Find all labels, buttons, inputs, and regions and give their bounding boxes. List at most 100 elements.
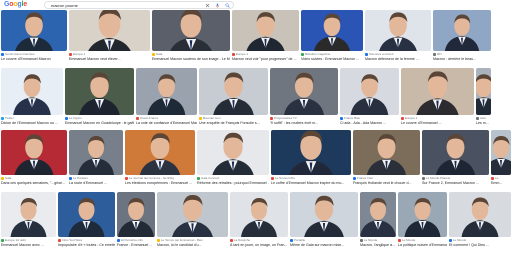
- result-title[interactable]: Dicton de l'Emmanuel Macron ou ...: [1, 121, 63, 126]
- result-source[interactable]: Le Figaro: [65, 116, 134, 120]
- result-title[interactable]: Emmanuel Macron soutenu de son image - L…: [152, 57, 230, 62]
- result-source[interactable]: Le Monde: [360, 238, 396, 242]
- result-source[interactable]: Le Nouvel Obs: [271, 176, 351, 180]
- image-result[interactable]: Le Temps par Emmanuel - Bien Macron, ici …: [157, 192, 228, 249]
- result-source[interactable]: Le Temps par Emmanuel - Bien: [157, 238, 228, 242]
- image-result[interactable]: Europe 1 Le couvre d'Emmanuel ...: [401, 68, 474, 127]
- result-thumbnail[interactable]: [69, 10, 150, 51]
- result-title[interactable]: Macron veut voir "pour progresser" de ..…: [232, 57, 299, 62]
- result-title[interactable]: Les m...: [476, 121, 491, 126]
- image-result[interactable]: Boursier.com Une enquête de François Fons…: [199, 68, 268, 127]
- result-thumbnail[interactable]: [491, 130, 511, 175]
- result-source[interactable]: Le Monde Planète: [422, 176, 489, 180]
- result-title[interactable]: Emm...: [491, 181, 511, 186]
- result-title[interactable]: Le couvre d'Emmanuel Macron: [1, 57, 67, 62]
- result-source[interactable]: Gala: [1, 176, 67, 180]
- result-title[interactable]: Réforme des retraites : pourquoi Emmanue…: [197, 181, 269, 186]
- image-result[interactable]: Actu Les m...: [476, 68, 491, 127]
- result-title[interactable]: Macron, l'anglique a...: [360, 243, 396, 248]
- image-result[interactable]: Sciences et Avenir Macron défenseur de la…: [365, 10, 431, 63]
- result-thumbnail[interactable]: [449, 192, 511, 237]
- result-source[interactable]: Gala: [152, 52, 230, 56]
- result-thumbnail[interactable]: [433, 10, 491, 51]
- result-source[interactable]: Ouest-France: [136, 116, 197, 120]
- result-thumbnail[interactable]: [58, 192, 115, 237]
- result-title[interactable]: Et comment ! Qui Dieu ...: [449, 243, 511, 248]
- result-title[interactable]: Le couvre d'Emmanuel ...: [401, 121, 474, 126]
- result-source[interactable]: Europe 1: [401, 116, 474, 120]
- result-thumbnail[interactable]: [197, 130, 269, 175]
- search-box[interactable]: [44, 1, 234, 9]
- result-source[interactable]: Gentil Home Interview: [1, 52, 67, 56]
- image-result[interactable]: Ouest-France La cote de confiance d'Emman…: [136, 68, 197, 127]
- result-source[interactable]: Le...: [491, 176, 511, 180]
- microphone-icon[interactable]: [215, 3, 220, 8]
- result-title[interactable]: Les élections européennes : Emmanuel ...: [125, 181, 195, 186]
- result-source[interactable]: Actu: [476, 116, 491, 120]
- result-source[interactable]: Europe 1: [232, 52, 299, 56]
- result-title[interactable]: Emmanuel Macron avec ...: [1, 243, 56, 248]
- result-thumbnail[interactable]: [353, 130, 420, 175]
- search-input[interactable]: [51, 2, 191, 8]
- image-result[interactable]: Europe 1A rédit Emmanuel Macron avec ...: [1, 192, 56, 249]
- result-thumbnail[interactable]: [401, 68, 474, 115]
- result-title[interactable]: Macron, ici le candidat d'u...: [157, 243, 228, 248]
- result-title[interactable]: Même de Gala sur macron mise...: [290, 243, 358, 248]
- result-title[interactable]: François Hollande veut le chouer d...: [353, 181, 420, 186]
- image-result[interactable]: Europe 1 Macron veut voir "pour progresse…: [232, 10, 299, 63]
- result-title[interactable]: Macron défenseur de la femme ...: [365, 57, 431, 62]
- image-result[interactable]: Le Monde Planète Sur France 2, Emmanuel M…: [422, 130, 489, 187]
- result-title[interactable]: Macron : derrière le beau...: [433, 57, 491, 62]
- result-title[interactable]: La route d'Emmanuel ...: [69, 181, 123, 186]
- result-thumbnail[interactable]: [340, 68, 399, 115]
- result-source[interactable]: Boursier.com: [199, 116, 268, 120]
- image-result[interactable]: Gentil Home Interview Le couvre d'Emmanue…: [1, 10, 67, 63]
- result-source[interactable]: Progressistes TV: [270, 116, 338, 120]
- result-source[interactable]: Bebelles magazine: [301, 52, 363, 56]
- result-source[interactable]: Sciences et Avenir: [365, 52, 431, 56]
- image-result[interactable]: Le Monde Macron, l'anglique a...: [360, 192, 396, 249]
- result-title[interactable]: Emmanuel Macron veut élever...: [69, 57, 150, 62]
- result-thumbnail[interactable]: [1, 68, 63, 115]
- image-result[interactable]: Le Nouvel Obs Le coffre d'Emmanuel Macron…: [271, 130, 351, 187]
- result-thumbnail[interactable]: [422, 130, 489, 175]
- result-title[interactable]: Ci ada - Ada - Ada Macron ...: [340, 121, 399, 126]
- image-result[interactable]: Portable Même de Gala sur macron mise...: [290, 192, 358, 249]
- image-result[interactable]: Gala Emmanuel Macron soutenu de son image…: [152, 10, 230, 63]
- image-result[interactable]: Gala Connect Réforme des retraites : pour…: [197, 130, 269, 187]
- result-thumbnail[interactable]: [1, 192, 56, 237]
- result-source[interactable]: Le Parisien: [69, 176, 123, 180]
- result-thumbnail[interactable]: [365, 10, 431, 51]
- result-thumbnail[interactable]: [1, 10, 67, 51]
- result-source[interactable]: Gala Connect: [197, 176, 269, 180]
- result-source[interactable]: Le Monde: [449, 238, 511, 242]
- clear-icon[interactable]: [205, 3, 210, 8]
- image-result[interactable]: Gala Dans ces quelques semaines, "...gris…: [1, 130, 67, 187]
- result-thumbnail[interactable]: [230, 192, 288, 237]
- result-thumbnail[interactable]: [301, 10, 363, 51]
- image-result[interactable]: Infos Sud Sites Impopulaire d'é « toutes …: [58, 192, 115, 249]
- image-result[interactable]: Europe 1 Emmanuel Macron veut élever...: [69, 10, 150, 63]
- result-thumbnail[interactable]: [157, 192, 228, 237]
- result-thumbnail[interactable]: [125, 130, 195, 175]
- image-result[interactable]: Twitter Dicton de l'Emmanuel Macron ou ..…: [1, 68, 63, 127]
- result-title[interactable]: Impopulaire d'é « toutes : Ce emettre ..…: [58, 243, 115, 248]
- image-result[interactable]: Bebelles magazine Video suivies : Emmanue…: [301, 10, 363, 63]
- result-title[interactable]: France : Emmanuel ...: [117, 243, 155, 248]
- image-result[interactable]: RFI Macron : derrière le beau...: [433, 10, 491, 63]
- result-title[interactable]: La cote de confiance d'Emmanuel Macron .…: [136, 121, 197, 126]
- result-source[interactable]: Le Monde: [398, 238, 447, 242]
- result-thumbnail[interactable]: [290, 192, 358, 237]
- result-title[interactable]: Sur France 2, Emmanuel Macron ...: [422, 181, 489, 186]
- result-source[interactable]: Europe 1: [69, 52, 150, 56]
- image-result[interactable]: Le... Emm...: [491, 130, 511, 187]
- image-result[interactable]: Le Journal des femmes - GentSig Les élect…: [125, 130, 195, 187]
- result-thumbnail[interactable]: [65, 68, 134, 115]
- result-title[interactable]: Une enquête de François Fonsolle s...: [199, 121, 268, 126]
- result-source[interactable]: La Dépêche: [230, 238, 288, 242]
- image-result[interactable]: Le Figaro Emmanuel Macron en Guadeloupe :…: [65, 68, 134, 127]
- image-result[interactable]: France Bleu Ci ada - Ada - Ada Macron ...: [340, 68, 399, 127]
- search-icon[interactable]: [225, 3, 230, 8]
- result-thumbnail[interactable]: [360, 192, 396, 237]
- result-thumbnail[interactable]: [271, 130, 351, 175]
